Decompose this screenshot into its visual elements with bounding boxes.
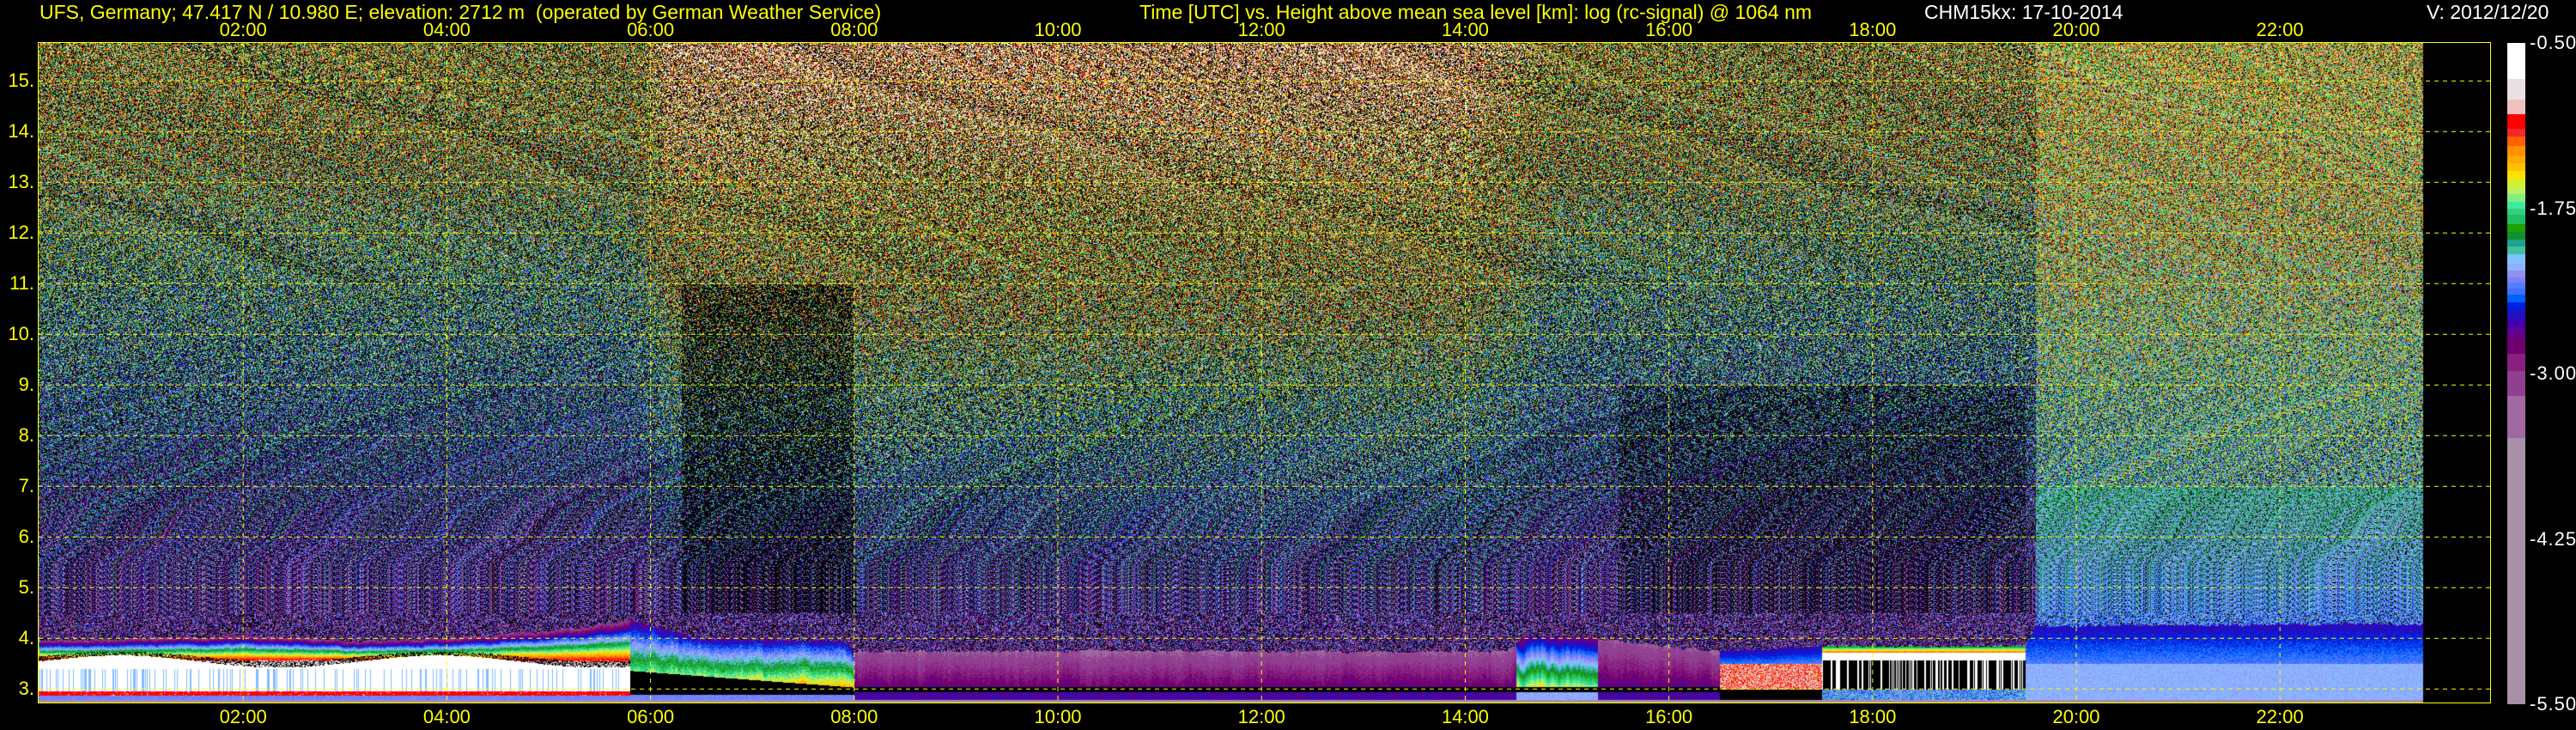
- colorbar-band: [2507, 146, 2525, 156]
- x-tick-label-bottom: 16:00: [1645, 706, 1693, 727]
- x-tick-label-top: 20:00: [2052, 19, 2100, 40]
- x-tick-label-bottom: 22:00: [2256, 706, 2304, 727]
- y-tick-label: 4.: [18, 627, 34, 649]
- colorbar: [2507, 43, 2525, 705]
- x-tick-label-bottom: 18:00: [1849, 706, 1897, 727]
- x-tick-label-bottom: 12:00: [1237, 706, 1285, 727]
- y-tick-label: 9.: [18, 374, 34, 396]
- x-tick-label-bottom: 06:00: [627, 706, 675, 727]
- colorbar-label: -1.75: [2530, 197, 2576, 219]
- backscatter-heatmap: [39, 43, 2490, 703]
- x-tick-label-bottom: 10:00: [1034, 706, 1082, 727]
- colorbar-label: -4.25: [2530, 527, 2576, 550]
- x-tick-label-top: 16:00: [1645, 19, 1693, 40]
- y-tick-label: 3.: [18, 678, 34, 700]
- x-tick-label-bottom: 14:00: [1441, 706, 1489, 727]
- y-tick-label: 13.: [8, 171, 34, 193]
- x-tick-label-top: 12:00: [1237, 19, 1285, 40]
- x-tick-label-top: 06:00: [627, 19, 675, 40]
- colorbar-label: -3.00: [2530, 362, 2576, 384]
- y-tick-label: 11.: [9, 272, 34, 295]
- software-version: V: 2012/12/20: [2427, 1, 2549, 23]
- colorbar-label: -5.50: [2530, 693, 2576, 715]
- x-tick-label-bottom: 04:00: [422, 706, 471, 727]
- x-tick-label-bottom: 08:00: [830, 706, 878, 727]
- x-tick-label-bottom: 20:00: [2052, 706, 2100, 727]
- x-tick-label-top: 22:00: [2256, 19, 2304, 40]
- y-tick-label: 14.: [8, 120, 34, 143]
- colorbar-band: [2507, 254, 2525, 265]
- colorbar-label: -0.50: [2530, 32, 2576, 53]
- y-tick-label: 7.: [18, 475, 34, 497]
- x-tick-label-top: 02:00: [219, 19, 267, 40]
- colorbar-band: [2507, 370, 2525, 397]
- y-tick-label: 5.: [18, 576, 34, 599]
- y-tick-label: 6.: [18, 526, 34, 548]
- y-tick-label: 15.: [8, 70, 34, 92]
- colorbar-band: [2507, 353, 2525, 372]
- colorbar-band: [2507, 100, 2525, 115]
- colorbar-band: [2507, 310, 2525, 320]
- x-tick-label-bottom: 02:00: [219, 706, 267, 727]
- colorbar-band: [2507, 114, 2525, 130]
- y-tick-label: 12.: [8, 222, 34, 244]
- colorbar-band: [2507, 215, 2525, 225]
- x-tick-label-top: 18:00: [1849, 19, 1897, 40]
- x-tick-label-top: 08:00: [830, 19, 878, 40]
- colorbar-band: [2507, 137, 2525, 147]
- colorbar-band: [2507, 78, 2525, 100]
- y-tick-label: 8.: [18, 424, 34, 447]
- colorbar-band: [2507, 438, 2525, 705]
- colorbar-band: [2507, 43, 2525, 80]
- colorbar-band: [2507, 396, 2525, 439]
- x-tick-label-top: 14:00: [1441, 19, 1489, 40]
- y-tick-label: 10.: [8, 323, 34, 345]
- colorbar-band: [2507, 338, 2525, 355]
- x-tick-label-top: 10:00: [1034, 19, 1082, 40]
- x-tick-label-top: 04:00: [422, 19, 471, 40]
- heatmap-canvas: [39, 43, 2490, 703]
- colorbar-band: [2507, 327, 2525, 338]
